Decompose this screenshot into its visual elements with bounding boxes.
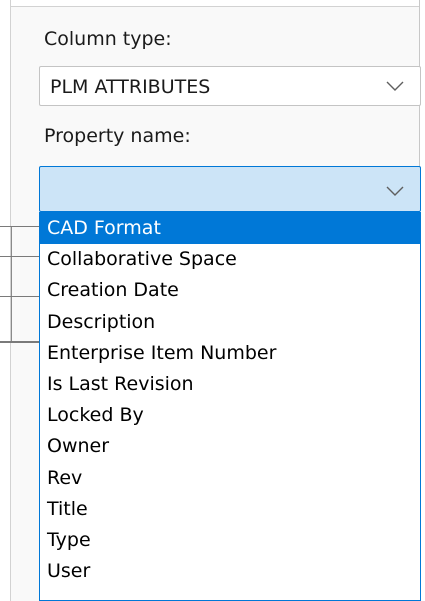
panel-left-border bbox=[0, 0, 11, 601]
dropdown-option[interactable]: Collaborative Space bbox=[40, 244, 420, 275]
property-name-dropdown-list[interactable]: CAD Format Collaborative Space Creation Da… bbox=[39, 212, 421, 601]
background-divider bbox=[0, 256, 40, 257]
panel-top-border bbox=[11, 0, 421, 7]
column-type-select[interactable]: PLM ATTRIBUTES bbox=[39, 66, 421, 106]
background-table-fragment bbox=[11, 226, 41, 342]
dropdown-option[interactable]: Locked By bbox=[40, 400, 420, 431]
background-divider bbox=[0, 226, 40, 227]
background-divider bbox=[0, 341, 40, 343]
chevron-down-icon bbox=[386, 186, 404, 196]
dropdown-option[interactable]: Is Last Revision bbox=[40, 369, 420, 400]
chevron-down-icon bbox=[386, 81, 404, 91]
dropdown-option[interactable]: CAD Format bbox=[40, 213, 420, 245]
column-type-selected-value: PLM ATTRIBUTES bbox=[50, 76, 211, 98]
dropdown-option[interactable]: Rev bbox=[40, 463, 420, 494]
dropdown-option[interactable]: Title bbox=[40, 494, 420, 525]
column-type-label: Column type: bbox=[44, 28, 172, 50]
property-name-label: Property name: bbox=[44, 125, 191, 147]
dropdown-option[interactable]: Description bbox=[40, 307, 420, 338]
dropdown-option[interactable]: Enterprise Item Number bbox=[40, 338, 420, 369]
settings-panel: Column type: PLM ATTRIBUTES Property nam… bbox=[0, 0, 425, 601]
property-name-select[interactable] bbox=[39, 166, 421, 212]
dropdown-option[interactable]: Creation Date bbox=[40, 275, 420, 306]
background-divider bbox=[0, 296, 40, 297]
dropdown-option[interactable]: Type bbox=[40, 525, 420, 556]
dropdown-option[interactable]: Owner bbox=[40, 431, 420, 462]
dropdown-option[interactable]: User bbox=[40, 556, 420, 587]
